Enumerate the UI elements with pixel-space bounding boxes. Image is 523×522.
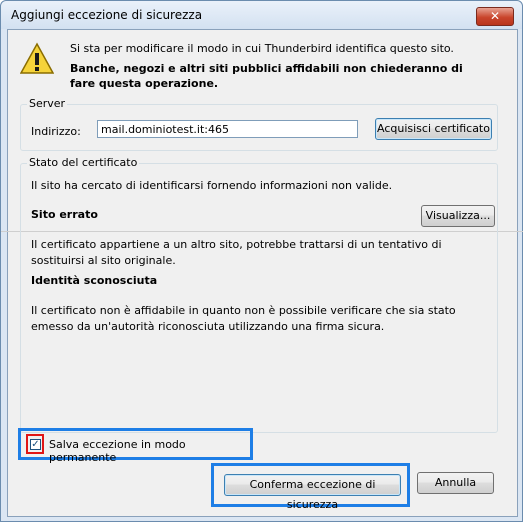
permanent-checkbox-label[interactable]: Salva eccezione in modo permanente [49,438,250,464]
certificate-intro: Il sito ha cercato di identificarsi forn… [31,179,393,192]
certificate-legend: Stato del certificato [27,156,140,169]
warning-message: Si sta per modificare il modo in cui Thu… [70,42,454,55]
warning-icon [20,42,54,74]
permanent-exception-highlight: ✓ Salva eccezione in modo permanente [18,428,253,464]
section-heading-wrong-site: Sito errato [31,208,98,221]
server-group: Server Indirizzo: Acquisisci certificato [20,97,498,151]
confirm-exception-button[interactable]: Conferma eccezione di sicurezza [224,474,401,511]
close-button[interactable]: ✕ [476,7,514,26]
server-legend: Server [27,97,68,110]
check-icon: ✓ [31,439,40,450]
dialog-content: Si sta per modificare il modo in cui Thu… [1,29,523,517]
close-icon: ✕ [489,9,501,23]
section-text-unknown-identity: Il certificato non è affidabile in quant… [31,304,456,333]
warning-note: Banche, negozi e altri siti pubblici aff… [70,62,463,90]
fetch-certificate-button[interactable]: Acquisisci certificato [375,118,492,140]
dialog-window: Aggiungi eccezione di sicurezza ✕ Si sta… [0,0,523,522]
title-bar[interactable]: Aggiungi eccezione di sicurezza ✕ [1,1,522,29]
certificate-status-group: Stato del certificato Il sito ha cercato… [20,156,498,433]
window-title: Aggiungi eccezione di sicurezza [11,8,203,22]
permanent-checkbox[interactable]: ✓ [30,439,41,450]
section-heading-unknown-identity: Identità sconosciuta [31,274,158,287]
address-label: Indirizzo: [31,125,81,138]
confirm-button-highlight: Conferma eccezione di sicurezza [211,463,410,511]
checkbox-highlight: ✓ [26,434,44,454]
address-input[interactable] [97,120,358,138]
view-certificate-button[interactable]: Visualizza... [421,205,495,227]
section-text-wrong-site: Il certificato appartiene a un altro sit… [31,238,442,267]
cancel-button[interactable]: Annulla [417,472,494,494]
